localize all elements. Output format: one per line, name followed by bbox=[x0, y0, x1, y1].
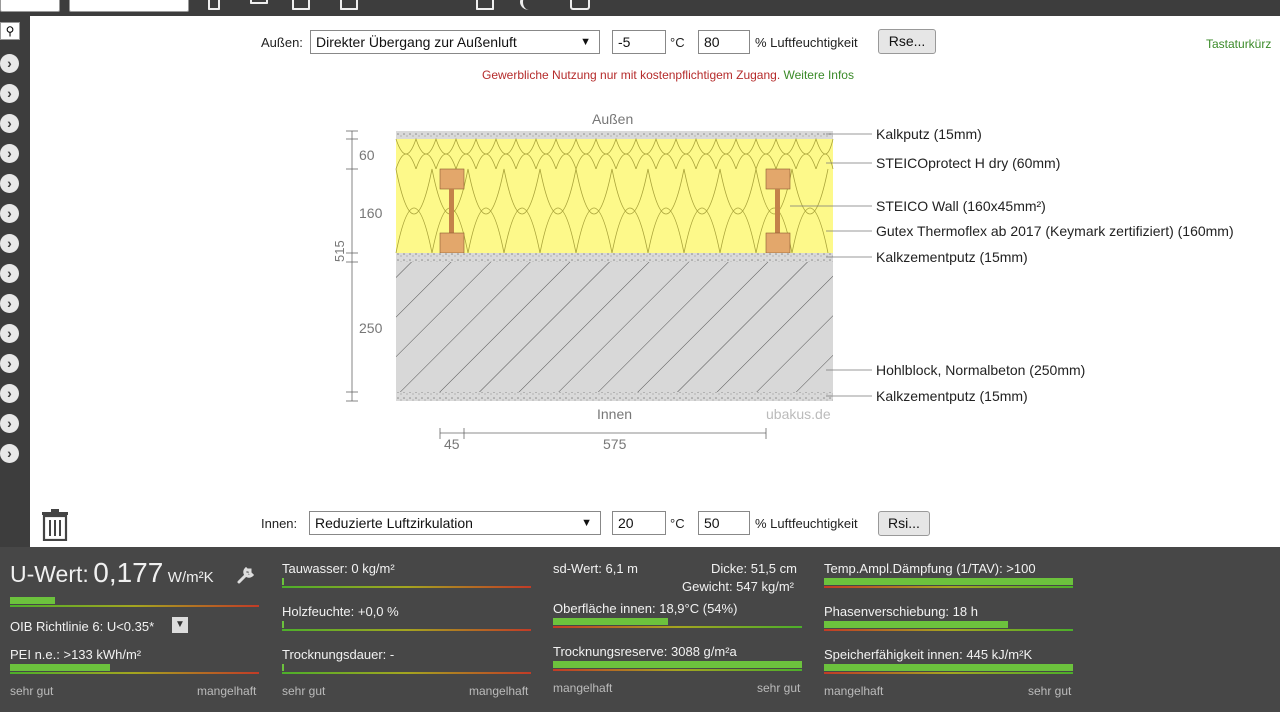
pei-bar-fill bbox=[10, 664, 110, 671]
scale-bad-label: mangelhaft bbox=[469, 684, 529, 698]
scale-good-label: sehr gut bbox=[757, 681, 801, 695]
phasen-bar bbox=[824, 621, 1073, 631]
layer-label[interactable]: STEICO Wall (160x45mm²) bbox=[876, 198, 1046, 214]
inside-side-label: Innen bbox=[597, 406, 633, 422]
inside-temp-unit: °C bbox=[670, 516, 685, 531]
trash-icon[interactable] bbox=[41, 508, 69, 541]
phasen-bar-fill bbox=[824, 621, 1008, 628]
u-value-display: U-Wert: 0,177 W/m²K bbox=[10, 557, 214, 589]
oib-label: OIB Richtlinie 6: U<0.35* bbox=[10, 619, 155, 634]
dim-160: 160 bbox=[359, 205, 383, 221]
pei-bar bbox=[10, 664, 259, 674]
dim-575: 575 bbox=[603, 436, 627, 452]
scale-good-label: sehr gut bbox=[10, 684, 54, 698]
dim-250: 250 bbox=[359, 320, 383, 336]
inside-humidity-unit: % Luftfeuchtigkeit bbox=[755, 516, 858, 531]
oberflaeche-label: Oberfläche innen: 18,9°C (54%) bbox=[553, 601, 738, 616]
results-panel: U-Wert: 0,177 W/m²K OIB Richtlinie 6: U<… bbox=[0, 547, 1280, 712]
layer-label[interactable]: Hohlblock, Normalbeton (250mm) bbox=[876, 362, 1085, 378]
temp-amplitude-bar-fill bbox=[824, 578, 1073, 585]
scale-bad-label: mangelhaft bbox=[197, 684, 257, 698]
dim-45: 45 bbox=[444, 436, 460, 452]
dicke-label: Dicke: 51,5 cm bbox=[711, 561, 797, 576]
temp-amplitude-bar bbox=[824, 578, 1073, 588]
dim-60: 60 bbox=[359, 147, 375, 163]
inside-label: Innen: bbox=[261, 516, 298, 531]
dropdown-arrow-icon: ▼ bbox=[581, 517, 592, 529]
u-value-label: U-Wert: bbox=[10, 561, 89, 587]
pei-label: PEI n.e.: >133 kWh/m² bbox=[10, 647, 142, 662]
temp-amplitude-label: Temp.Ampl.Dämpfung (1/TAV): >100 bbox=[824, 561, 1036, 576]
watermark: ubakus.de bbox=[766, 406, 831, 422]
layer-kalkzementputz-inner[interactable] bbox=[396, 392, 833, 401]
scale-bad-label: mangelhaft bbox=[553, 681, 613, 695]
layer-label[interactable]: Kalkzementputz (15mm) bbox=[876, 388, 1028, 404]
layer-label[interactable]: Kalkputz (15mm) bbox=[876, 126, 982, 142]
oberflaeche-bar-fill bbox=[553, 618, 668, 625]
oberflaeche-bar bbox=[553, 618, 802, 628]
layer-label[interactable]: STEICOprotect H dry (60mm) bbox=[876, 155, 1060, 171]
holzfeuchte-bar-fill bbox=[282, 621, 284, 628]
u-value-unit: W/m²K bbox=[167, 569, 214, 586]
bar-scale bbox=[553, 669, 802, 671]
inside-condition-select[interactable]: Reduzierte Luftzirkulation ▼ bbox=[309, 511, 601, 535]
inside-temp-input[interactable]: 20 bbox=[612, 511, 666, 535]
bar-scale bbox=[553, 626, 802, 628]
u-value-bar bbox=[10, 597, 259, 607]
trocknungsreserve-bar bbox=[553, 661, 802, 671]
layer-label[interactable]: Kalkzementputz (15mm) bbox=[876, 249, 1028, 265]
inside-humidity-input[interactable]: 50 bbox=[698, 511, 750, 535]
speicher-bar bbox=[824, 664, 1073, 674]
bar-scale bbox=[282, 586, 531, 588]
trocknungsdauer-label: Trocknungsdauer: - bbox=[282, 647, 395, 662]
gewicht-label: Gewicht: 547 kg/m² bbox=[682, 579, 794, 594]
layer-kalkputz[interactable] bbox=[396, 131, 833, 139]
inside-condition-value: Reduzierte Luftzirkulation bbox=[315, 515, 473, 531]
phasen-label: Phasenverschiebung: 18 h bbox=[824, 604, 978, 619]
trocknungsreserve-bar-fill bbox=[553, 661, 802, 668]
holzfeuchte-bar bbox=[282, 621, 531, 631]
u-value: 0,177 bbox=[93, 557, 164, 588]
u-value-bar-fill bbox=[10, 597, 55, 604]
tauwasser-bar-fill bbox=[282, 578, 284, 585]
bar-scale bbox=[282, 672, 531, 674]
trocknungsdauer-bar-fill bbox=[282, 664, 284, 671]
speicher-label: Speicherfähigkeit innen: 445 kJ/m²K bbox=[824, 647, 1033, 662]
bar-scale bbox=[10, 605, 259, 607]
tauwasser-label: Tauwasser: 0 kg/m² bbox=[282, 561, 395, 576]
scale-good-label: sehr gut bbox=[282, 684, 326, 698]
tauwasser-bar bbox=[282, 578, 531, 588]
rsi-button[interactable]: Rsi... bbox=[878, 511, 930, 536]
bar-scale bbox=[824, 586, 1073, 588]
layer-hohlblock[interactable] bbox=[396, 262, 833, 392]
oib-dropdown-icon[interactable]: ▼ bbox=[172, 617, 188, 633]
bar-scale bbox=[282, 629, 531, 631]
sd-value-label: sd-Wert: 6,1 m bbox=[553, 561, 639, 576]
holzfeuchte-label: Holzfeuchte: +0,0 % bbox=[282, 604, 399, 619]
layer-kalkzementputz-outer[interactable] bbox=[396, 253, 833, 262]
speicher-bar-fill bbox=[824, 664, 1073, 671]
bar-scale bbox=[824, 672, 1073, 674]
trocknungsreserve-label: Trocknungsreserve: 3088 g/m²a bbox=[553, 644, 737, 659]
bar-scale bbox=[824, 629, 1073, 631]
layer-label[interactable]: Gutex Thermoflex ab 2017 (Keymark zertif… bbox=[876, 223, 1234, 239]
wrench-icon[interactable] bbox=[236, 565, 256, 585]
outside-side-label: Außen bbox=[592, 111, 634, 127]
scale-bad-label: mangelhaft bbox=[824, 684, 884, 698]
bar-scale bbox=[10, 672, 259, 674]
scale-good-label: sehr gut bbox=[1028, 684, 1072, 698]
dim-515: 515 bbox=[332, 240, 347, 262]
trocknungsdauer-bar bbox=[282, 664, 531, 674]
